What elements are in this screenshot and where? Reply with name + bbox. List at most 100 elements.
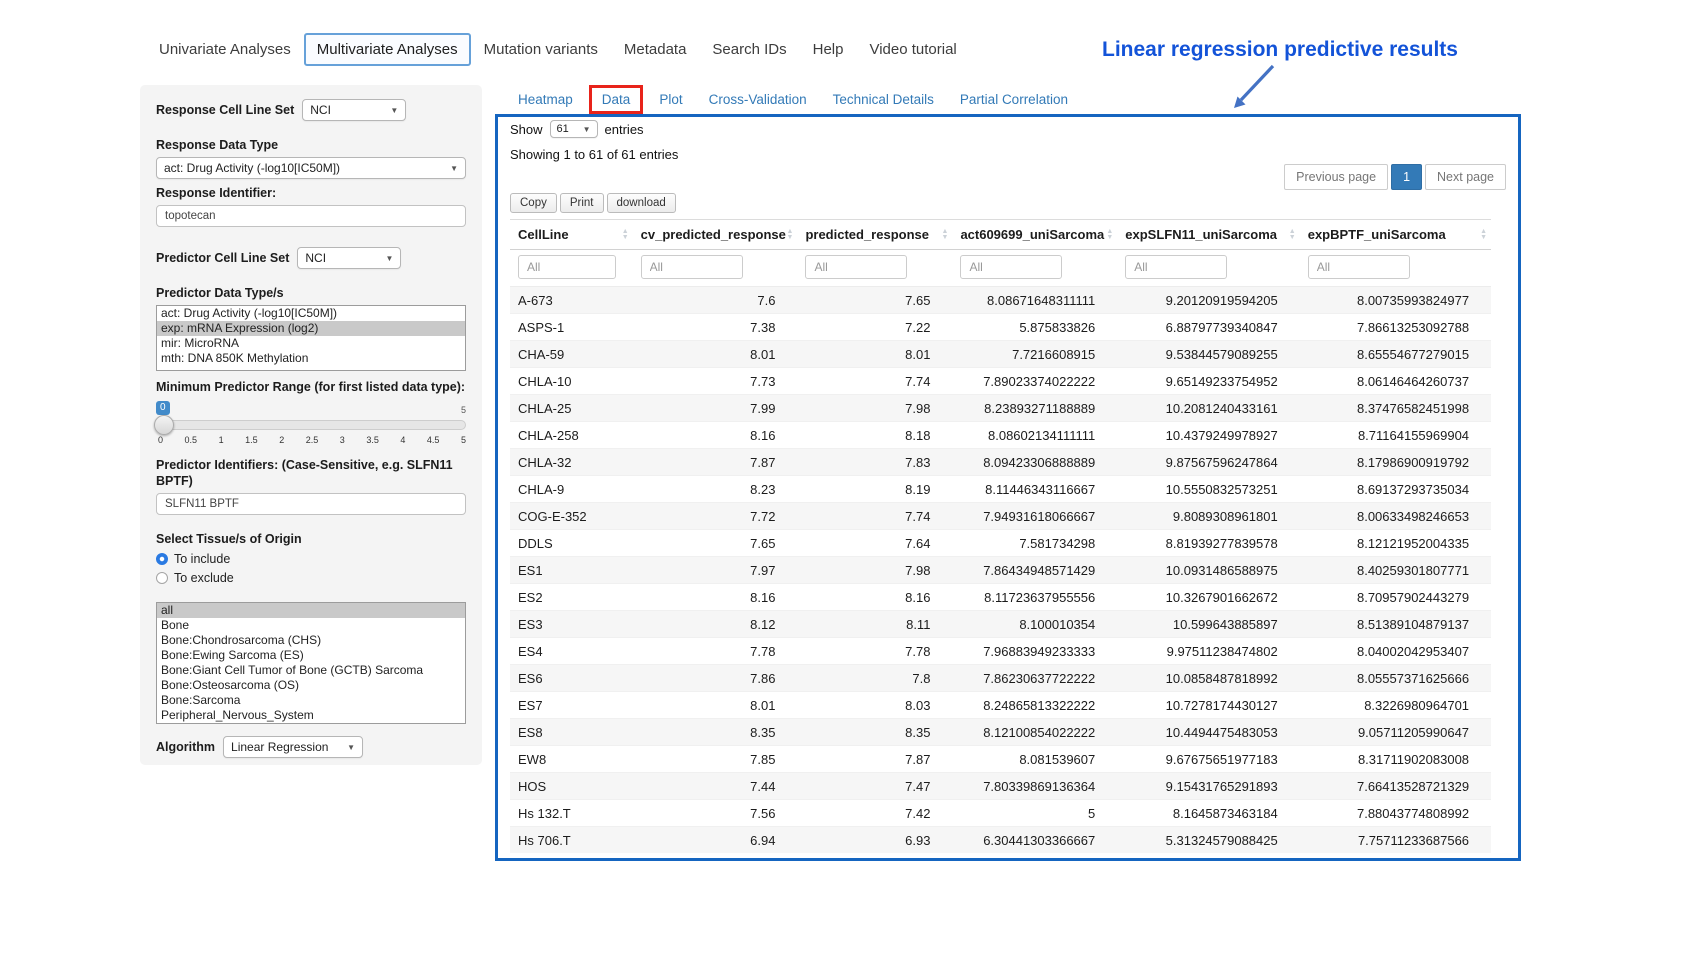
filter-input-cellline[interactable] [518, 255, 616, 279]
cell-value: 8.01 [633, 692, 798, 719]
sort-icon[interactable]: ▲▼ [1289, 229, 1296, 241]
table-body: A-6737.67.658.086716483111119.2012091959… [510, 287, 1491, 854]
tab-technical-details[interactable]: Technical Details [820, 84, 947, 115]
cell-value: 8.69137293735034 [1300, 476, 1491, 503]
option-bone-giant-cell-tumor-of-bone-gctb-sarcoma[interactable]: Bone:Giant Cell Tumor of Bone (GCTB) Sar… [157, 663, 465, 678]
cell-line-name: ES4 [510, 638, 633, 665]
predictor-identifiers-label: Predictor Identifiers: (Case-Sensitive, … [156, 457, 466, 489]
current-page-button[interactable]: 1 [1391, 164, 1422, 190]
cell-value: 8.65554677279015 [1300, 341, 1491, 368]
filter-input-expslfn11-unisarcoma[interactable] [1125, 255, 1227, 279]
print-button[interactable]: Print [560, 193, 604, 213]
cell-line-name: DDLS [510, 530, 633, 557]
option-bone-sarcoma[interactable]: Bone:Sarcoma [157, 693, 465, 708]
option-all[interactable]: all [157, 603, 465, 618]
tab-plot[interactable]: Plot [646, 84, 695, 115]
copy-button[interactable]: Copy [510, 193, 557, 213]
cell-value: 9.67675651977183 [1117, 746, 1299, 773]
tab-partial-correlation[interactable]: Partial Correlation [947, 84, 1081, 115]
column-header-expslfn11-unisarcoma[interactable]: expSLFN11_uniSarcoma▲▼ [1117, 220, 1299, 250]
tissue-listbox[interactable]: allBoneBone:Chondrosarcoma (CHS)Bone:Ewi… [156, 602, 466, 724]
tab-cross-validation[interactable]: Cross-Validation [696, 84, 820, 115]
cell-value: 9.97511238474802 [1117, 638, 1299, 665]
cell-value: 8.12121952004335 [1300, 530, 1491, 557]
cell-value: 5.875833826 [952, 314, 1117, 341]
cell-value: 8.100010354 [952, 611, 1117, 638]
option-exp-mrna-expression-log2[interactable]: exp: mRNA Expression (log2) [157, 321, 465, 336]
filter-input-act609699-unisarcoma[interactable] [960, 255, 1062, 279]
radio-button-icon[interactable] [156, 572, 168, 584]
cell-value: 7.22 [797, 314, 952, 341]
cell-value: 7.64 [797, 530, 952, 557]
option-mir-microrna[interactable]: mir: MicroRNA [157, 336, 465, 351]
next-page-button[interactable]: Next page [1425, 164, 1506, 190]
cell-value: 8.08671648311111 [952, 287, 1117, 314]
predictor-data-types-listbox[interactable]: act: Drug Activity (-log10[IC50M])exp: m… [156, 305, 466, 371]
response-data-type-select[interactable]: act: Drug Activity (-log10[IC50M]) ▼ [156, 157, 466, 179]
option-peripheral-nervous-system[interactable]: Peripheral_Nervous_System [157, 708, 465, 723]
sort-icon[interactable]: ▲▼ [787, 229, 794, 241]
cell-value: 8.16 [797, 584, 952, 611]
sort-icon[interactable]: ▲▼ [1480, 229, 1487, 241]
min-predictor-range-slider[interactable]: 0 5 00.511.522.533.544.55 [156, 401, 466, 449]
nav-item-univariate-analyses[interactable]: Univariate Analyses [146, 33, 304, 66]
option-act-drug-activity-log10-ic50m[interactable]: act: Drug Activity (-log10[IC50M]) [157, 306, 465, 321]
tab-heatmap[interactable]: Heatmap [505, 84, 586, 115]
option-mth-dna-850k-methylation[interactable]: mth: DNA 850K Methylation [157, 351, 465, 366]
chevron-down-icon: ▼ [450, 164, 458, 173]
nav-item-metadata[interactable]: Metadata [611, 33, 700, 66]
download-button[interactable]: download [607, 193, 676, 213]
radio-button-icon[interactable] [156, 553, 168, 565]
nav-item-help[interactable]: Help [800, 33, 857, 66]
cell-value: 7.65 [797, 287, 952, 314]
previous-page-button[interactable]: Previous page [1284, 164, 1388, 190]
radio-to-include[interactable]: To include [156, 552, 466, 566]
column-header-cellline[interactable]: CellLine▲▼ [510, 220, 633, 250]
column-header-act609699-unisarcoma[interactable]: act609699_uniSarcoma▲▼ [952, 220, 1117, 250]
sort-icon[interactable]: ▲▼ [1106, 229, 1113, 241]
option-bone-chondrosarcoma-chs[interactable]: Bone:Chondrosarcoma (CHS) [157, 633, 465, 648]
slider-tick: 1 [219, 435, 224, 445]
nav-item-multivariate-analyses[interactable]: Multivariate Analyses [304, 33, 471, 66]
column-header-predicted-response[interactable]: predicted_response▲▼ [797, 220, 952, 250]
filter-input-predicted-response[interactable] [805, 255, 907, 279]
option-bone-ewing-sarcoma-es[interactable]: Bone:Ewing Sarcoma (ES) [157, 648, 465, 663]
cell-value: 10.0858487818992 [1117, 665, 1299, 692]
column-header-cv-predicted-response[interactable]: cv_predicted_response▲▼ [633, 220, 798, 250]
algorithm-label: Algorithm [156, 739, 215, 755]
sort-icon[interactable]: ▲▼ [942, 229, 949, 241]
response-cell-line-set-label: Response Cell Line Set [156, 102, 294, 118]
predictor-cell-line-set-select[interactable]: NCI ▼ [297, 247, 401, 269]
table-row-es4: ES47.787.787.968839492333339.97511238474… [510, 638, 1491, 665]
cell-value: 8.23 [633, 476, 798, 503]
cell-value: 8.37476582451998 [1300, 395, 1491, 422]
slider-handle[interactable] [154, 415, 174, 435]
results-tabs: HeatmapDataPlotCross-ValidationTechnical… [505, 84, 1081, 115]
table-row-es1: ES17.977.987.8643494857142910.0931486588… [510, 557, 1491, 584]
nav-item-video-tutorial[interactable]: Video tutorial [856, 33, 969, 66]
filter-input-cv-predicted-response[interactable] [641, 255, 743, 279]
cell-value: 8.11446343116667 [952, 476, 1117, 503]
option-bone-osteosarcoma-os[interactable]: Bone:Osteosarcoma (OS) [157, 678, 465, 693]
nav-item-mutation-variants[interactable]: Mutation variants [471, 33, 611, 66]
algorithm-select[interactable]: Linear Regression ▼ [223, 736, 363, 758]
option-bone[interactable]: Bone [157, 618, 465, 633]
table-row-es7: ES78.018.038.2486581332222210.7278174430… [510, 692, 1491, 719]
column-title: act609699_uniSarcoma [960, 227, 1104, 242]
cell-value: 8.01 [797, 341, 952, 368]
cell-value: 7.96883949233333 [952, 638, 1117, 665]
radio-to-exclude[interactable]: To exclude [156, 571, 466, 585]
response-data-type-label: Response Data Type [156, 137, 466, 153]
response-identifier-input[interactable] [156, 205, 466, 227]
cell-value: 9.15431765291893 [1117, 773, 1299, 800]
nav-item-search-ids[interactable]: Search IDs [699, 33, 799, 66]
response-cell-line-set-select[interactable]: NCI ▼ [302, 99, 406, 121]
chevron-down-icon: ▼ [390, 106, 398, 115]
tab-data[interactable]: Data [589, 85, 644, 114]
slider-track[interactable] [156, 420, 466, 430]
sort-icon[interactable]: ▲▼ [622, 229, 629, 241]
entries-count-select[interactable]: 61 ▼ [550, 120, 598, 138]
filter-input-expbptf-unisarcoma[interactable] [1308, 255, 1410, 279]
predictor-identifiers-input[interactable] [156, 493, 466, 515]
column-header-expbptf-unisarcoma[interactable]: expBPTF_uniSarcoma▲▼ [1300, 220, 1491, 250]
